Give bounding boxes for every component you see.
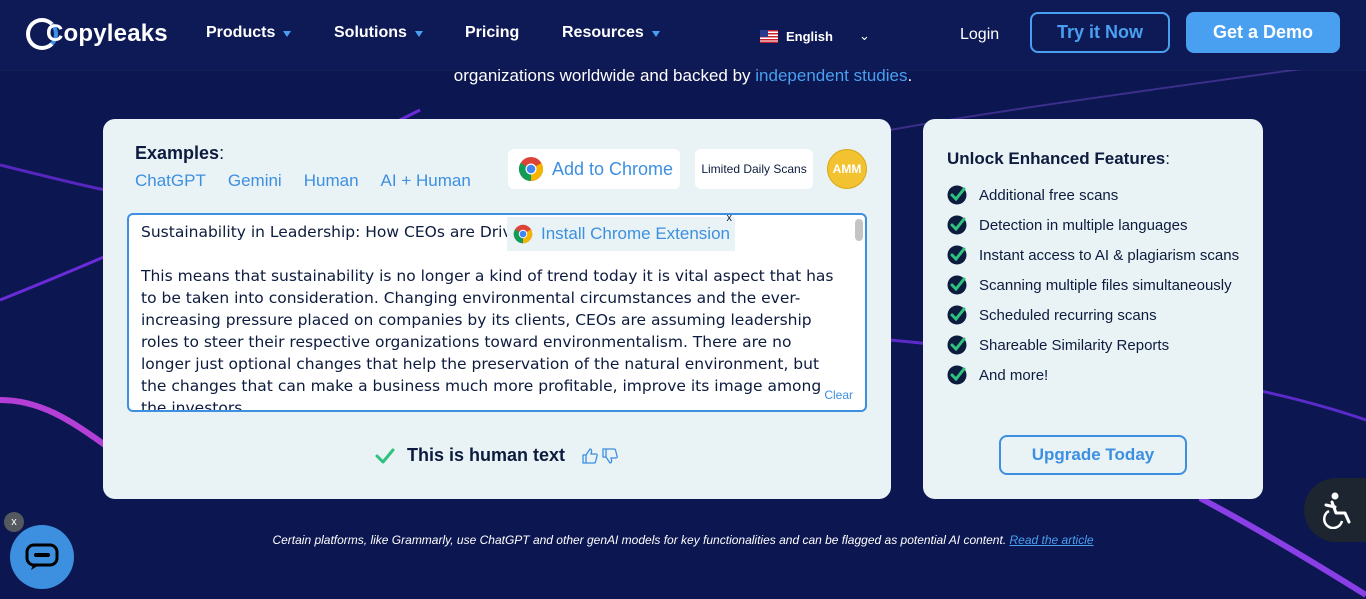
add-to-chrome-label: Add to Chrome <box>552 158 674 179</box>
check-badge-icon <box>947 275 967 295</box>
result-text: This is human text <box>407 445 566 465</box>
list-item: Shareable Similarity Reports <box>947 330 1239 360</box>
install-extension-label: Install Chrome Extension <box>541 224 730 243</box>
logo-text: Copyleaks <box>46 20 168 47</box>
hero-subtitle: organizations worldwide and backed by in… <box>0 66 1366 86</box>
text-body: This means that sustainability is no lon… <box>141 267 834 412</box>
clear-button[interactable]: Clear <box>824 388 853 402</box>
chevron-down-icon[interactable]: ⌄ <box>859 28 870 44</box>
feature-text: Shareable Similarity Reports <box>979 336 1170 354</box>
example-ai-human[interactable]: AI + Human <box>381 171 471 191</box>
install-chrome-extension-popup[interactable]: Install Chrome Extension x <box>507 212 735 251</box>
read-article-link[interactable]: Read the article <box>1010 533 1094 547</box>
accessibility-button[interactable] <box>1304 478 1366 542</box>
list-item: And more! <box>947 360 1239 390</box>
feature-text: Scanning multiple files simultaneously <box>979 276 1232 294</box>
text-input-area[interactable]: Sustainability in Leadership: How CEOs a… <box>127 213 867 412</box>
check-badge-icon <box>947 215 967 235</box>
caret-down-icon <box>414 31 423 37</box>
language-selector[interactable]: English <box>760 29 833 44</box>
nav-products-label: Products <box>206 24 276 41</box>
features-colon: : <box>1165 149 1170 168</box>
genai-disclaimer: Certain platforms, like Grammarly, use C… <box>0 533 1366 547</box>
independent-studies-link[interactable]: independent studies <box>755 66 907 85</box>
thumbs-down-icon[interactable] <box>601 447 619 465</box>
list-item: Additional free scans <box>947 180 1239 210</box>
example-chatgpt[interactable]: ChatGPT <box>135 171 206 191</box>
user-avatar[interactable]: AMM <box>827 149 867 189</box>
limited-daily-scans-badge[interactable]: Limited Daily Scans <box>695 149 813 189</box>
example-links: ChatGPT Gemini Human AI + Human <box>135 171 471 191</box>
feature-text: Detection in multiple languages <box>979 216 1188 234</box>
add-to-chrome-button[interactable]: Add to Chrome <box>508 149 680 189</box>
features-heading: Unlock Enhanced Features: <box>947 149 1170 169</box>
nav-resources-label: Resources <box>562 24 644 41</box>
nav-solutions[interactable]: Solutions <box>334 24 423 42</box>
check-badge-icon <box>947 305 967 325</box>
check-badge-icon <box>947 185 967 205</box>
feature-text: Additional free scans <box>979 186 1119 204</box>
feature-text: Instant access to AI & plagiarism scans <box>979 246 1240 264</box>
list-item: Detection in multiple languages <box>947 210 1239 240</box>
text-title: Sustainability in Leadership: How CEOs a… <box>141 223 512 241</box>
enhanced-features-card: Unlock Enhanced Features: Additional fre… <box>923 119 1263 499</box>
try-it-now-button[interactable]: Try it Now <box>1030 12 1170 53</box>
close-popup-button[interactable]: x <box>727 212 733 224</box>
hero-subtitle-text: organizations worldwide and backed by <box>453 66 751 85</box>
language-label: English <box>786 29 833 44</box>
nav-resources[interactable]: Resources <box>562 24 660 42</box>
text-content: Sustainability in Leadership: How CEOs a… <box>141 221 841 412</box>
list-item: Scheduled recurring scans <box>947 300 1239 330</box>
copyleaks-logo[interactable]: Copyleaks <box>26 16 168 52</box>
thumbs-up-icon[interactable] <box>581 447 599 465</box>
chat-widget-button[interactable] <box>10 525 74 589</box>
nav-solutions-label: Solutions <box>334 24 407 41</box>
detection-result: This is human text <box>375 445 619 466</box>
us-flag-icon <box>760 30 778 43</box>
features-list: Additional free scans Detection in multi… <box>947 180 1239 390</box>
top-navbar: Copyleaks Products Solutions Pricing Res… <box>0 0 1366 70</box>
check-badge-icon <box>947 365 967 385</box>
chrome-icon <box>513 224 533 244</box>
feature-text: Scheduled recurring scans <box>979 306 1157 324</box>
feature-text: And more! <box>979 366 1049 384</box>
upgrade-today-button[interactable]: Upgrade Today <box>999 435 1187 475</box>
login-link[interactable]: Login <box>960 26 999 44</box>
examples-label: Examples <box>135 143 220 163</box>
chat-bubble-icon <box>25 543 59 570</box>
list-item: Instant access to AI & plagiarism scans <box>947 240 1239 270</box>
chrome-icon <box>518 157 544 181</box>
get-a-demo-button[interactable]: Get a Demo <box>1186 12 1340 53</box>
accessibility-icon <box>1322 492 1351 529</box>
ai-detector-card: Examples: ChatGPT Gemini Human AI + Huma… <box>103 119 891 499</box>
caret-down-icon <box>283 31 292 37</box>
check-badge-icon <box>947 245 967 265</box>
check-icon <box>375 448 395 463</box>
chat-close-button[interactable]: x <box>4 512 24 532</box>
features-title: Unlock Enhanced Features <box>947 149 1166 168</box>
list-item: Scanning multiple files simultaneously <box>947 270 1239 300</box>
examples-colon: : <box>219 143 225 163</box>
nav-products[interactable]: Products <box>206 24 292 42</box>
example-human[interactable]: Human <box>304 171 359 191</box>
check-badge-icon <box>947 335 967 355</box>
feedback-buttons <box>581 447 619 465</box>
disclaimer-text: Certain platforms, like Grammarly, use C… <box>272 533 1007 547</box>
nav-pricing[interactable]: Pricing <box>465 24 519 42</box>
hero-subtitle-end: . <box>907 66 913 85</box>
caret-down-icon <box>651 31 660 37</box>
examples-heading: Examples: <box>135 143 224 164</box>
text-scrollbar[interactable] <box>855 219 863 241</box>
example-gemini[interactable]: Gemini <box>228 171 282 191</box>
nav-pricing-label: Pricing <box>465 24 520 41</box>
